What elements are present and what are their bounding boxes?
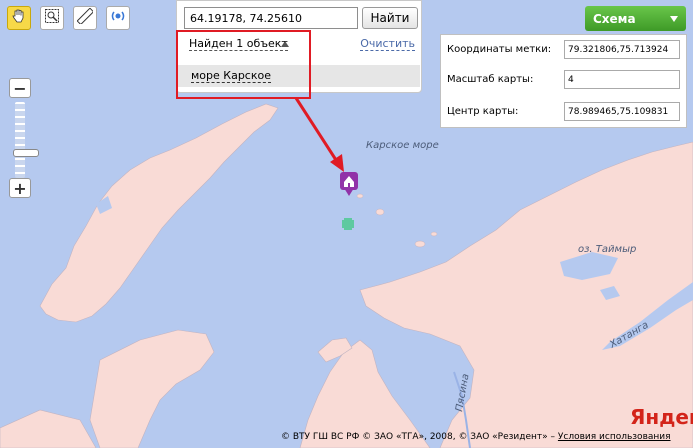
placemark-coordinates-row: Координаты метки: bbox=[447, 39, 551, 59]
traffic-button[interactable] bbox=[106, 6, 130, 30]
map-label-sea: Карское море bbox=[366, 140, 439, 151]
annotation-highlight-box bbox=[176, 30, 311, 99]
ruler-icon bbox=[76, 7, 95, 28]
zoom-in-button[interactable]: + bbox=[9, 178, 31, 198]
coordinates-panel: Координаты метки: 79.321806,75.713924 Ма… bbox=[440, 34, 687, 128]
zoom-track[interactable] bbox=[13, 102, 39, 178]
map-type-button[interactable]: Схема bbox=[585, 6, 686, 31]
map-label-lake: оз. Таймыр bbox=[578, 244, 636, 255]
yandex-logo[interactable]: Яндекс bbox=[630, 405, 693, 429]
dropdown-arrow-icon bbox=[670, 16, 678, 22]
search-input[interactable] bbox=[184, 7, 358, 29]
zoom-slider-handle[interactable] bbox=[13, 149, 39, 157]
traffic-signal-icon bbox=[110, 8, 126, 28]
clear-link[interactable]: Очистить bbox=[360, 37, 415, 51]
copyright-text: © ВТУ ГШ ВС РФ © ЗАО «ТГА», 2008, © ЗАО … bbox=[281, 432, 687, 442]
placemark-coordinates-label: Координаты метки: bbox=[447, 43, 552, 55]
map-scale-field[interactable]: 4 bbox=[564, 70, 680, 89]
zoom-rectangle-button[interactable] bbox=[40, 6, 64, 30]
zoom-rectangle-icon bbox=[44, 8, 60, 28]
copyright-holders: © ВТУ ГШ ВС РФ © ЗАО «ТГА», 2008, © ЗАО … bbox=[281, 432, 558, 442]
hand-icon bbox=[11, 8, 27, 28]
ruler-button[interactable] bbox=[73, 6, 97, 30]
zoom-control: − + bbox=[9, 78, 39, 198]
map-type-label: Схема bbox=[593, 11, 636, 26]
minus-icon: − bbox=[13, 78, 27, 98]
find-button[interactable]: Найти bbox=[362, 7, 418, 29]
map-center-label: Центр карты: bbox=[447, 105, 519, 117]
placemark-coordinates-field[interactable]: 79.321806,75.713924 bbox=[564, 40, 680, 59]
terms-link[interactable]: Условия использования bbox=[558, 432, 671, 442]
plus-icon: + bbox=[13, 178, 27, 198]
map-scale-row: Масштаб карты: bbox=[447, 69, 533, 89]
zoom-out-button[interactable]: − bbox=[9, 78, 31, 98]
map-center-row: Центр карты: bbox=[447, 101, 518, 121]
map-scale-label: Масштаб карты: bbox=[447, 73, 534, 85]
hand-tool-button[interactable] bbox=[7, 6, 31, 30]
map-center-field[interactable]: 78.989465,75.109831 bbox=[564, 102, 680, 121]
